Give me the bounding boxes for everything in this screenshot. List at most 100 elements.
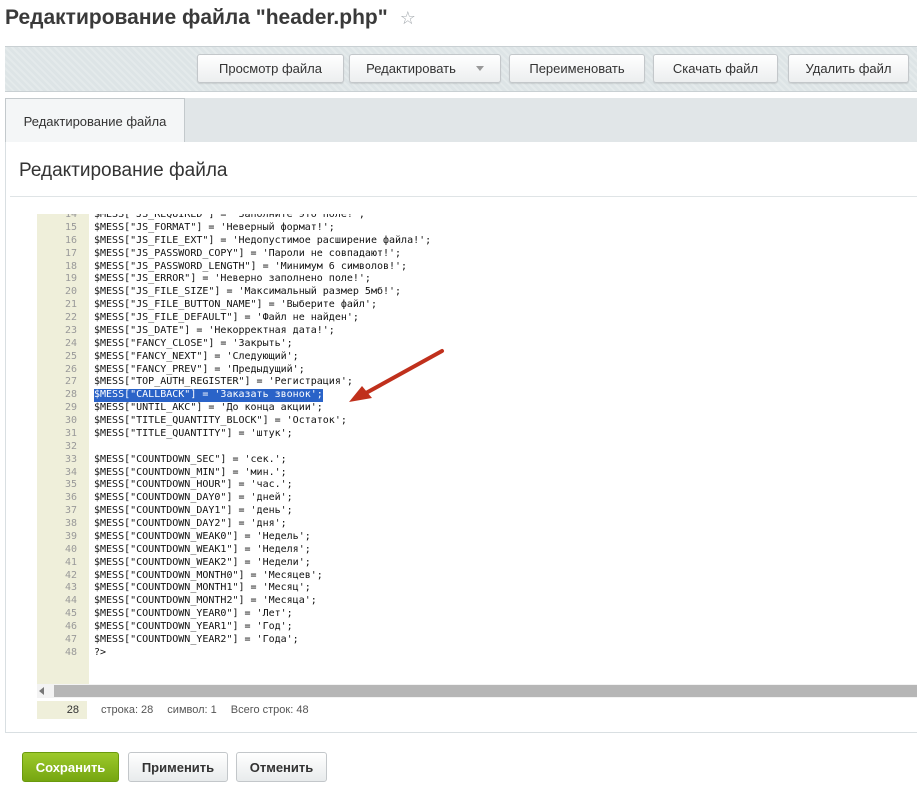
line-number: 37 (64, 505, 77, 517)
code-text: $MESS["COUNTDOWN_DAY0"] = 'дней'; (94, 492, 293, 504)
code-text: $MESS["COUNTDOWN_WEAK0"] = 'Недель'; (94, 530, 311, 542)
code-text: $MESS["COUNTDOWN_MONTH0"] = 'Месяцев'; (94, 569, 323, 581)
edit-dropdown-button[interactable]: Редактировать (349, 54, 501, 83)
code-text: ?> (94, 646, 107, 658)
code-line: 40 $MESS["COUNTDOWN_WEAK1"] = 'Неделя'; (37, 544, 917, 557)
code-text: $MESS["COUNTDOWN_WEAK2"] = 'Недели'; (94, 556, 311, 568)
cancel-button[interactable]: Отменить (236, 752, 327, 782)
section-title: Редактирование файла (19, 160, 228, 181)
download-file-button[interactable]: Скачать файл (653, 54, 778, 83)
line-number: 14 (64, 214, 77, 220)
line-number: 41 (64, 556, 77, 568)
scroll-left-icon[interactable] (39, 687, 44, 695)
code-line: 19 $MESS["JS_ERROR"] = 'Неверно заполнено… (37, 273, 917, 286)
code-text: $MESS["FANCY_NEXT"] = 'Следующий'; (94, 350, 299, 362)
code-line: 43 $MESS["COUNTDOWN_MONTH1"] = 'Месяц'; (37, 582, 917, 595)
code-line: 18 $MESS["JS_PASSWORD_LENGTH"] = 'Минимум… (37, 261, 917, 274)
line-number: 28 (64, 389, 77, 401)
line-number: 30 (64, 415, 77, 426)
star-icon[interactable]: ☆ (400, 8, 416, 29)
status-symbol: символ: 1 (167, 704, 217, 716)
line-number: 27 (64, 376, 77, 388)
code-line: 46 $MESS["COUNTDOWN_YEAR1"] = 'Год'; (37, 621, 917, 634)
code-text: $MESS["TITLE_QUANTITY_BLOCK"] = 'Остаток… (94, 415, 347, 426)
line-number: 45 (64, 608, 77, 620)
code-text: $MESS["FANCY_PREV"] = 'Предыдущий'; (94, 363, 305, 375)
code-line: 33 $MESS["COUNTDOWN_SEC"] = 'сек.'; (37, 454, 917, 467)
edit-label: Редактировать (366, 61, 456, 76)
code-line: 23 $MESS["JS_DATE"] = 'Некорректная дата!… (37, 325, 917, 338)
line-number: 16 (64, 234, 77, 246)
code-text: $MESS["TITLE_QUANTITY"] = 'штук'; (94, 427, 293, 439)
rename-label: Переименовать (529, 61, 625, 76)
code-line: 17 $MESS["JS_PASSWORD_COPY"] = 'Пароли не… (37, 248, 917, 261)
code-text: $MESS["JS_PASSWORD_LENGTH"] = 'Минимум 6… (94, 260, 408, 272)
code-text: $MESS["JS_ERROR"] = 'Неверно заполнено п… (94, 273, 371, 285)
code-line: 47 $MESS["COUNTDOWN_YEAR2"] = 'Года'; (37, 634, 917, 647)
code-line: 24 $MESS["FANCY_CLOSE"] = 'Закрыть'; (37, 338, 917, 351)
apply-label: Применить (141, 759, 215, 775)
line-number: 22 (64, 312, 77, 323)
line-number: 32 (64, 440, 77, 452)
code-line: 34 $MESS["COUNTDOWN_MIN"] = 'мин.'; (37, 467, 917, 480)
line-number: 39 (64, 530, 77, 542)
apply-button[interactable]: Применить (128, 752, 228, 782)
horizontal-scrollbar[interactable] (37, 684, 917, 698)
code-text: $MESS["JS_FILE_BUTTON_NAME"] = 'Выберите… (94, 299, 377, 311)
code-text: $MESS["JS_PASSWORD_COPY"] = 'Пароли не с… (94, 247, 402, 259)
status-current-line: 28 (37, 701, 87, 719)
save-button[interactable]: Сохранить (22, 752, 119, 782)
code-line: 42 $MESS["COUNTDOWN_MONTH0"] = 'Месяцев'; (37, 570, 917, 583)
code-line: 35 $MESS["COUNTDOWN_HOUR"] = 'час.'; (37, 479, 917, 492)
chevron-down-icon (475, 66, 484, 71)
view-file-button[interactable]: Просмотр файла (197, 54, 344, 83)
code-line: 21 $MESS["JS_FILE_BUTTON_NAME"] = 'Выбери… (37, 299, 917, 312)
toolbar: Просмотр файла Редактировать Переименова… (5, 46, 917, 92)
code-line: 20 $MESS["JS_FILE_SIZE"] = 'Максимальный … (37, 286, 917, 299)
code-line: 44 $MESS["COUNTDOWN_MONTH2"] = 'Месяца'; (37, 595, 917, 608)
rename-button[interactable]: Переименовать (509, 54, 645, 83)
line-number: 38 (64, 518, 77, 529)
delete-file-button[interactable]: Удалить файл (788, 54, 909, 83)
editor-status-bar: 28 строка: 28 символ: 1 Всего строк: 48 (37, 701, 917, 719)
code-text: $MESS["JS_FILE_SIZE"] = 'Максимальный ра… (94, 286, 402, 298)
code-line: 30 $MESS["TITLE_QUANTITY_BLOCK"] = 'Остат… (37, 415, 917, 428)
line-number: 18 (64, 260, 77, 272)
status-total-lines: Всего строк: 48 (230, 704, 309, 716)
code-text: $MESS["COUNTDOWN_HOUR"] = 'час.'; (94, 479, 293, 491)
line-number: 15 (64, 221, 77, 233)
line-number: 44 (64, 595, 77, 607)
cancel-label: Отменить (249, 759, 314, 775)
page-title: Редактирование файла "header.php" ☆ (5, 6, 416, 30)
code-text: $MESS["JS_FORMAT"] = 'Неверный формат!'; (94, 221, 335, 233)
code-text: $MESS["COUNTDOWN_YEAR0"] = 'Лет'; (94, 608, 293, 620)
line-number: 36 (64, 492, 77, 504)
code-text: $MESS["COUNTDOWN_YEAR2"] = 'Года'; (94, 633, 299, 645)
code-text: $MESS["FANCY_CLOSE"] = 'Закрыть'; (94, 337, 293, 349)
code-text: $MESS["JS_FILE_DEFAULT"] = 'Файл не найд… (94, 312, 359, 323)
code-line: 28 $MESS["CALLBACK"] = 'Заказать звонок'; (37, 389, 917, 403)
code-line: 25 $MESS["FANCY_NEXT"] = 'Следующий'; (37, 351, 917, 364)
scrollbar-thumb[interactable] (54, 685, 917, 697)
code-line: 45 $MESS["COUNTDOWN_YEAR0"] = 'Лет'; (37, 608, 917, 621)
code-line: 22 $MESS["JS_FILE_DEFAULT"] = 'Файл не на… (37, 312, 917, 325)
line-number: 25 (64, 350, 77, 362)
code-text: $MESS["COUNTDOWN_SEC"] = 'сек.'; (94, 453, 287, 465)
tab-bar: Редактирование файла (5, 98, 917, 143)
code-line: 26 $MESS["FANCY_PREV"] = 'Предыдущий'; (37, 364, 917, 377)
line-number: 31 (64, 427, 77, 439)
line-number: 24 (64, 337, 77, 349)
line-number: 48 (64, 646, 77, 658)
code-line: 16 $MESS["JS_FILE_EXT"] = 'Недопустимое р… (37, 235, 917, 248)
download-file-label: Скачать файл (672, 61, 759, 76)
view-file-label: Просмотр файла (219, 61, 322, 76)
line-number: 29 (64, 402, 77, 414)
line-number: 21 (64, 299, 77, 311)
code-text: $MESS["JS_FILE_EXT"] = 'Недопустимое рас… (94, 234, 432, 246)
tab-edit-file[interactable]: Редактирование файла (5, 98, 185, 143)
code-text: $MESS["TOP_AUTH_REGISTER"] = 'Регистраци… (94, 376, 353, 388)
status-row: строка: 28 (101, 704, 154, 716)
code-text: $MESS["COUNTDOWN_MONTH2"] = 'Месяца'; (94, 595, 317, 607)
code-lines: 14 $MESS["JS_REQUIRED"] = 'Заполните это … (37, 214, 917, 660)
code-editor[interactable]: 14 $MESS["JS_REQUIRED"] = 'Заполните это … (37, 214, 917, 684)
